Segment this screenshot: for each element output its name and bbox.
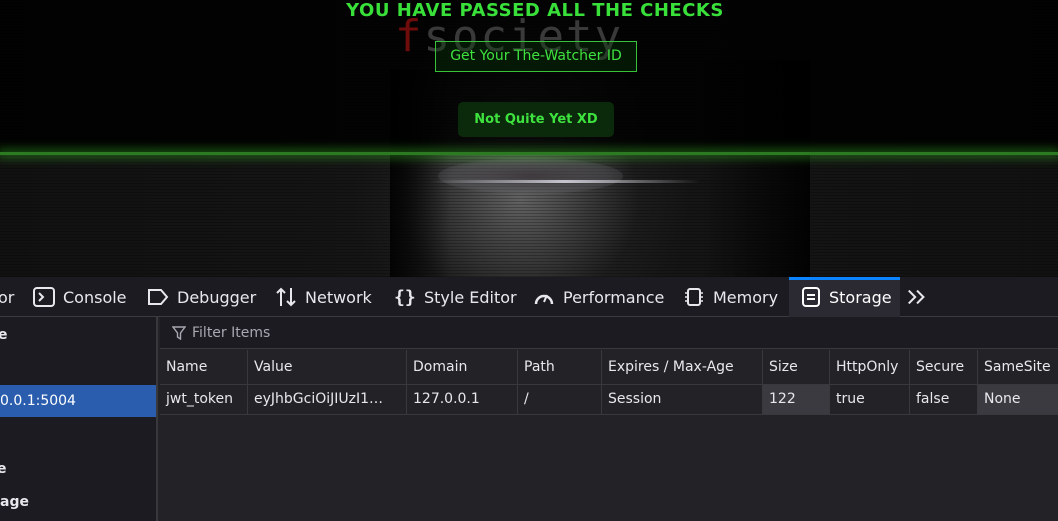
network-icon: [276, 287, 296, 307]
cookie-name-cell[interactable]: jwt_token: [160, 385, 247, 414]
cookie-expires-cell[interactable]: Session: [601, 385, 762, 414]
hero-glitch-line: [430, 180, 700, 183]
cookie-samesite-cell[interactable]: None: [977, 385, 1058, 414]
web-page-viewport: fsociety YOU HAVE PASSED ALL THE CHECKS …: [0, 0, 1058, 277]
tab-label: Performance: [563, 287, 665, 307]
sidebar-item-indexeddb[interactable]: e: [0, 453, 153, 485]
tab-label: Style Editor: [424, 287, 517, 307]
tab-label: Storage: [829, 287, 892, 307]
sidebar-item-label: e: [0, 327, 8, 343]
page-title: YOU HAVE PASSED ALL THE CHECKS: [346, 0, 724, 21]
column-header-httponly[interactable]: HttpOnly: [829, 350, 909, 385]
column-header-size[interactable]: Size: [762, 350, 829, 385]
tab-storage[interactable]: Storage: [789, 277, 900, 317]
style-editor-icon: {}: [394, 287, 416, 308]
cookie-domain-cell[interactable]: 127.0.0.1: [406, 385, 517, 414]
tab-label: or: [0, 287, 15, 307]
sidebar-item-label: 0.0.1:5004: [0, 393, 76, 409]
tab-network[interactable]: Network: [275, 277, 380, 317]
column-header-path[interactable]: Path: [517, 350, 601, 385]
column-header-name[interactable]: Name: [160, 350, 247, 385]
column-header-domain[interactable]: Domain: [406, 350, 517, 385]
debugger-icon: [148, 289, 169, 305]
svg-text:{}: {}: [394, 287, 416, 308]
storage-icon: [802, 287, 820, 307]
tab-performance[interactable]: Performance: [533, 277, 668, 317]
sidebar-item-host[interactable]: 0.0.1:5004: [0, 385, 156, 417]
cookie-secure-cell[interactable]: false: [909, 385, 977, 414]
cookies-table-empty-area: [160, 415, 1058, 521]
tab-label: Network: [305, 287, 372, 307]
double-chevron-right-icon: [908, 289, 925, 305]
performance-icon: [534, 294, 554, 305]
table-row[interactable]: jwt_token eyJhbGciOiJIUzI1… 127.0.0.1 / …: [160, 385, 1058, 415]
tab-label: Debugger: [177, 287, 257, 307]
not-quite-yet-button[interactable]: Not Quite Yet XD: [458, 102, 614, 137]
sidebar-item-cookies[interactable]: e: [0, 319, 154, 351]
hero-face-mouth: [438, 158, 623, 194]
get-watcher-id-button[interactable]: Get Your The-Watcher ID: [435, 41, 637, 72]
filter-placeholder: Filter Items: [192, 325, 271, 341]
tab-debugger[interactable]: Debugger: [147, 277, 259, 317]
column-header-samesite[interactable]: SameSite: [977, 350, 1058, 385]
sidebar-item-label: age: [0, 494, 29, 510]
column-header-expires[interactable]: Expires / Max-Age: [601, 350, 762, 385]
devtools-panel: or Console Debugger Network {} Style Edi…: [0, 277, 1058, 521]
devtools-toolbar: or Console Debugger Network {} Style Edi…: [0, 277, 1058, 317]
memory-icon: [685, 288, 703, 306]
cookie-httponly-cell[interactable]: true: [829, 385, 909, 414]
filter-items-input[interactable]: Filter Items: [160, 317, 1058, 349]
tab-label: Console: [63, 287, 127, 307]
storage-sidebar: e 0.0.1:5004 e age: [0, 317, 158, 521]
cookie-value-cell[interactable]: eyJhbGciOiJIUzI1…: [247, 385, 406, 414]
console-icon: [33, 287, 55, 307]
more-tabs-button[interactable]: [906, 277, 936, 317]
tab-style-editor[interactable]: {} Style Editor: [394, 277, 519, 317]
sidebar-item-label: e: [0, 461, 7, 477]
filter-icon: [172, 326, 186, 340]
cookie-path-cell[interactable]: /: [517, 385, 601, 414]
tab-console[interactable]: Console: [33, 277, 133, 317]
green-glow-divider: [0, 152, 1058, 155]
tab-label: Memory: [713, 287, 779, 307]
sidebar-item-local-storage[interactable]: age: [0, 486, 156, 518]
cookie-size-cell[interactable]: 122: [762, 385, 829, 414]
column-header-secure[interactable]: Secure: [909, 350, 977, 385]
cookies-table-header: Name Value Domain Path Expires / Max-Age…: [160, 350, 1058, 385]
column-header-value[interactable]: Value: [247, 350, 406, 385]
tab-memory[interactable]: Memory: [683, 277, 783, 317]
tab-inspector[interactable]: or: [0, 277, 28, 317]
